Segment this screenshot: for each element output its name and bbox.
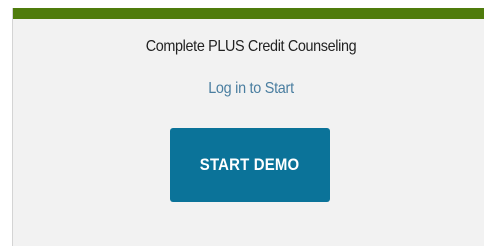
header-accent-bar (13, 8, 484, 19)
start-demo-button[interactable]: START DEMO (170, 128, 330, 202)
page-title: Complete PLUS Credit Counseling (145, 38, 357, 55)
start-demo-label: START DEMO (200, 155, 300, 174)
counseling-card: Complete PLUS Credit Counseling Log in t… (12, 8, 484, 246)
login-link[interactable]: Log in to Start (37, 80, 465, 98)
